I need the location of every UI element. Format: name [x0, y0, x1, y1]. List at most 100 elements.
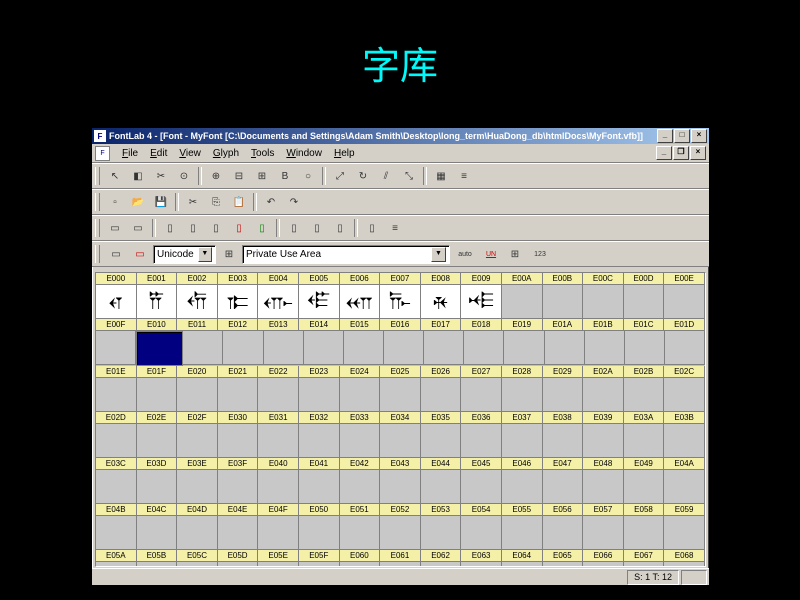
menu-file[interactable]: File	[116, 147, 144, 160]
glyph-cell[interactable]	[340, 516, 381, 550]
resize-grip[interactable]	[681, 570, 707, 585]
glyph-cell[interactable]	[543, 378, 584, 412]
glyph-cell[interactable]	[421, 516, 462, 550]
panel4-icon[interactable]: ▯	[182, 218, 204, 238]
glyph-cell[interactable]	[543, 470, 584, 504]
glyph-cell[interactable]	[218, 470, 259, 504]
menu-edit[interactable]: Edit	[144, 147, 173, 160]
glyph-cell[interactable]	[421, 470, 462, 504]
glyph-cell[interactable]	[137, 470, 178, 504]
panel10-icon[interactable]: ▯	[329, 218, 351, 238]
menu-glyph[interactable]: Glyph	[207, 147, 245, 160]
glyph-cell[interactable]	[583, 562, 624, 567]
glyph-cell[interactable]	[624, 285, 665, 319]
glyph-cell[interactable]	[183, 331, 223, 365]
glyph-cell[interactable]	[502, 378, 543, 412]
toolbar-handle[interactable]	[95, 167, 100, 185]
toolbar-handle[interactable]	[95, 245, 100, 263]
panel6-icon[interactable]: ▯	[228, 218, 250, 238]
glyph-cell[interactable]	[624, 378, 665, 412]
glyph-cell[interactable]	[461, 516, 502, 550]
glyph-cell[interactable]	[380, 562, 421, 567]
list-icon[interactable]: ≡	[453, 166, 475, 186]
redo-icon[interactable]: ↷	[283, 192, 305, 212]
glyph-cell[interactable]	[304, 331, 344, 365]
glyph-cell[interactable]	[137, 424, 178, 458]
minimize-button[interactable]: _	[657, 129, 673, 143]
glyph-cell[interactable]	[502, 470, 543, 504]
glyph-cell[interactable]	[258, 378, 299, 412]
transform-icon[interactable]: ⤢	[329, 166, 351, 186]
glyph-cell[interactable]	[96, 424, 137, 458]
glyph-cell[interactable]: 𐎥	[258, 285, 299, 319]
titlebar[interactable]: F FontLab 4 - [Font - MyFont [C:\Documen…	[92, 128, 709, 144]
glyph-cell[interactable]	[664, 285, 705, 319]
glyph-cell[interactable]: 𐎢	[177, 285, 218, 319]
glyph-cell[interactable]: 𐎡	[137, 285, 178, 319]
glyph-cell[interactable]	[137, 562, 178, 567]
glyph-cell[interactable]	[223, 331, 263, 365]
cut-icon[interactable]: ✂	[182, 192, 204, 212]
glyph-cell[interactable]	[502, 562, 543, 567]
mode1-icon[interactable]: ▭	[105, 244, 127, 264]
glyph-cell[interactable]	[665, 331, 705, 365]
glyph-cell[interactable]	[299, 562, 340, 567]
glyph-cell[interactable]	[545, 331, 585, 365]
glyph-cell[interactable]	[177, 562, 218, 567]
glyph-cell[interactable]	[380, 424, 421, 458]
outline-icon[interactable]: ○	[297, 166, 319, 186]
copy-icon[interactable]: ⎘	[205, 192, 227, 212]
open-icon[interactable]: 📂	[127, 192, 149, 212]
glyph-cell[interactable]	[583, 516, 624, 550]
panel8-icon[interactable]: ▯	[283, 218, 305, 238]
grid-icon[interactable]: ▦	[430, 166, 452, 186]
add-point-icon[interactable]: ⊕	[205, 166, 227, 186]
glyph-cell[interactable]	[380, 516, 421, 550]
doc-icon[interactable]: F	[95, 146, 110, 161]
glyph-cell[interactable]	[664, 516, 705, 550]
glyph-cell[interactable]	[340, 378, 381, 412]
menu-window[interactable]: Window	[280, 147, 328, 160]
glyph-cell[interactable]	[424, 331, 464, 365]
glyph-cell[interactable]	[258, 516, 299, 550]
encoding-dropdown[interactable]: Unicode ▼	[153, 245, 216, 264]
glyph-cell[interactable]: 𐎩	[421, 285, 462, 319]
glyph-cell[interactable]	[625, 331, 665, 365]
glyph-cell[interactable]	[218, 516, 259, 550]
glyph-cell[interactable]	[299, 378, 340, 412]
glyph-cell[interactable]	[380, 378, 421, 412]
glyph-cell[interactable]	[136, 331, 183, 366]
glyph-cell[interactable]	[340, 562, 381, 567]
bold-icon[interactable]: B	[274, 166, 296, 186]
grid2-icon[interactable]: ⊞	[504, 244, 526, 264]
glyph-cell[interactable]	[543, 562, 584, 567]
glyph-cell[interactable]	[344, 331, 384, 365]
glyph-cell[interactable]	[461, 424, 502, 458]
magnify-tool-icon[interactable]: ⊙	[173, 166, 195, 186]
save-icon[interactable]: 💾	[150, 192, 172, 212]
paste-icon[interactable]: 📋	[228, 192, 250, 212]
glyph-cell[interactable]	[340, 424, 381, 458]
glyph-cell[interactable]: 𐎪	[461, 285, 502, 319]
glyph-cell[interactable]	[258, 470, 299, 504]
glyph-cell[interactable]	[421, 424, 462, 458]
glyph-cell[interactable]	[137, 378, 178, 412]
menu-view[interactable]: View	[173, 147, 207, 160]
glyph-cell[interactable]	[384, 331, 424, 365]
glyph-cell[interactable]: 𐎦	[299, 285, 340, 319]
num-button[interactable]: 123	[528, 244, 552, 264]
mdi-restore-button[interactable]: ❐	[673, 146, 689, 160]
glyph-cell[interactable]	[583, 285, 624, 319]
glyph-cell[interactable]	[299, 424, 340, 458]
arrow-tool-icon[interactable]: ↖	[104, 166, 126, 186]
glyph-cell[interactable]: 𐎣	[218, 285, 259, 319]
new-icon[interactable]: ▫	[104, 192, 126, 212]
glyph-cell[interactable]	[664, 470, 705, 504]
glyph-cell[interactable]	[177, 516, 218, 550]
glyph-cell[interactable]	[543, 285, 584, 319]
glyph-cell[interactable]	[218, 424, 259, 458]
glyph-cell[interactable]	[421, 562, 462, 567]
toolbar-handle[interactable]	[95, 193, 100, 211]
glyph-cell[interactable]	[502, 285, 543, 319]
panel9-icon[interactable]: ▯	[306, 218, 328, 238]
